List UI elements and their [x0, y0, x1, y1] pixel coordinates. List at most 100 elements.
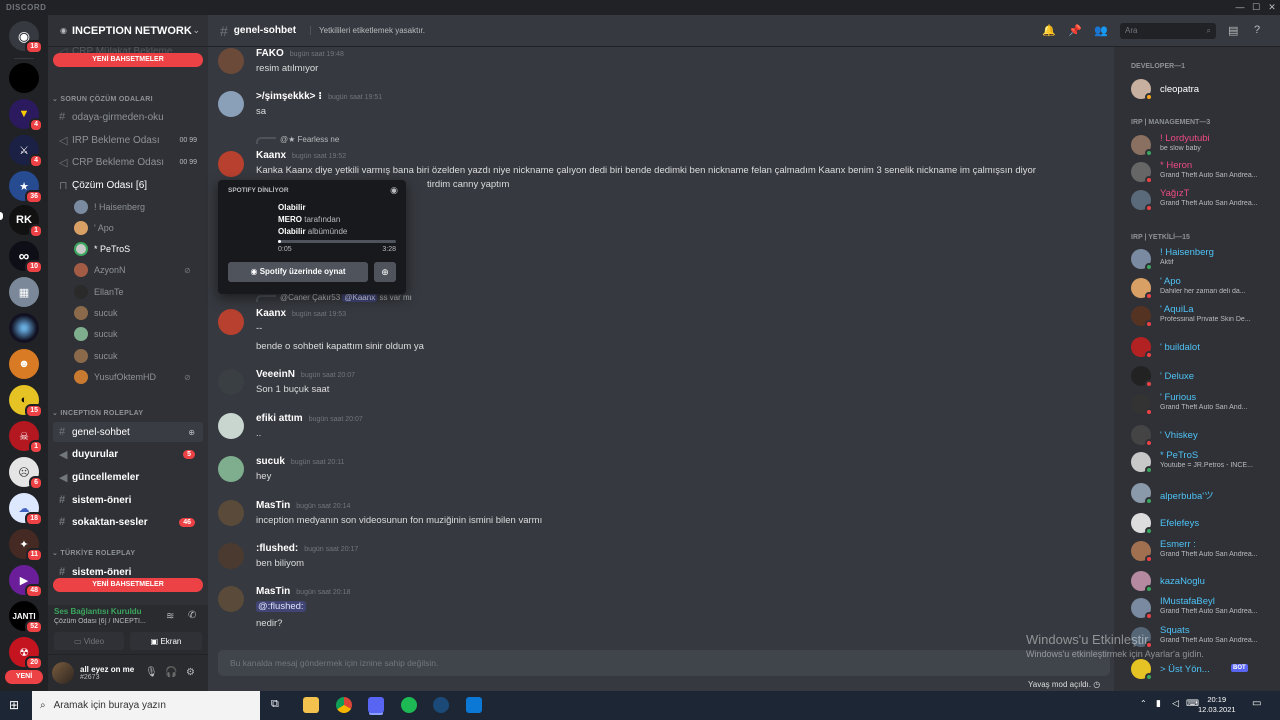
app-taskbar-icon[interactable] — [466, 697, 482, 713]
message-author[interactable]: sucuk bugün saat 20:11 — [256, 456, 345, 467]
message-author[interactable]: Kaanx bugün saat 19:53 — [256, 308, 346, 319]
avatar[interactable] — [218, 309, 244, 335]
taskbar-clock[interactable]: 20:19 12.03.2021 — [1198, 695, 1236, 715]
track-artist[interactable]: MERO — [278, 215, 302, 224]
channel-voice-active[interactable]: ⊓ Çözüm Odası [6] — [53, 175, 203, 195]
member-row[interactable]: ' AquiLa Professinal Private Skin De... — [1131, 304, 1279, 328]
help-icon[interactable]: ? — [1254, 24, 1260, 36]
server-icon[interactable]: ◐ 15 — [9, 385, 43, 418]
minimize-icon[interactable]: — — [1232, 0, 1248, 15]
reply-preview[interactable]: @★ Fearless ne — [256, 135, 339, 144]
close-icon[interactable]: ✕ — [1264, 0, 1280, 15]
message-input[interactable]: Bu kanalda mesaj göndermek için iznine s… — [218, 650, 1110, 676]
pin-icon[interactable]: 📌 — [1068, 24, 1082, 37]
video-button[interactable]: ▭ Video — [54, 632, 124, 650]
channel-guncellemeler[interactable]: ◀ güncellemeler — [53, 467, 203, 487]
server-icon[interactable]: ☠ 1 — [9, 421, 43, 454]
headphones-icon[interactable]: 🎧 — [165, 667, 177, 678]
avatar[interactable] — [218, 413, 244, 439]
member-row[interactable]: ' buildalot — [1131, 335, 1279, 359]
channel-duyurular[interactable]: ◀ duyurular 5 — [53, 444, 203, 464]
message-author[interactable]: VeeeinN bugün saat 20:07 — [256, 369, 355, 380]
member-row[interactable]: ' Vhiskey — [1131, 423, 1279, 447]
track-album[interactable]: Olabilir — [278, 227, 306, 236]
avatar[interactable] — [218, 91, 244, 117]
avatar[interactable] — [218, 586, 244, 612]
message-author[interactable]: MasTin bugün saat 20:14 — [256, 500, 350, 511]
windows-start-icon[interactable]: ⊞ — [9, 698, 19, 712]
voice-user[interactable]: AzyonN ⊘ — [74, 261, 191, 279]
server-icon[interactable]: ⚔ 4 — [9, 135, 43, 168]
voice-user[interactable]: ' Apo — [74, 219, 114, 237]
member-row[interactable]: IMustafaBeyl Grand Theft Auto San Andrea.… — [1131, 596, 1279, 620]
spotify-taskbar-icon[interactable] — [401, 697, 417, 713]
add-member-icon[interactable]: ⊕ — [188, 428, 195, 437]
bell-icon[interactable]: 🔔 — [1042, 24, 1056, 37]
member-row[interactable]: > Üst Yön... BOT — [1131, 657, 1279, 681]
channel-text[interactable]: # odaya-girmeden-oku — [53, 107, 203, 127]
member-row[interactable]: ' Furious Grand Theft Auto San And... — [1131, 392, 1279, 416]
avatar[interactable] — [218, 543, 244, 569]
member-row[interactable]: ' Deluxe — [1131, 364, 1279, 388]
discord-taskbar-icon[interactable] — [368, 697, 384, 713]
channel-voice[interactable]: ◁ IRP Bekleme Odası 00 99 — [53, 130, 203, 150]
avatar[interactable] — [218, 456, 244, 482]
server-icon[interactable]: ☁ 18 — [9, 493, 43, 526]
member-row[interactable]: * Heron Grand Theft Auto San Andrea... — [1131, 160, 1279, 184]
avatar[interactable] — [52, 662, 74, 684]
server-icon[interactable]: ☹ 6 — [9, 457, 43, 490]
voice-user[interactable]: sucuk — [74, 325, 118, 343]
voice-user[interactable]: YusufOktemHD ⊘ — [74, 368, 191, 386]
track-title[interactable]: Olabilir — [278, 203, 306, 212]
message-author[interactable]: :flushed: bugün saat 20:17 — [256, 543, 358, 554]
member-row[interactable]: ! Haisenberg Aktif — [1131, 247, 1279, 271]
member-row[interactable]: Efelefeys — [1131, 511, 1279, 535]
server-icon[interactable]: ★ 36 — [9, 171, 43, 204]
voice-user[interactable]: sucuk — [74, 347, 118, 365]
category-roleplay[interactable]: ⌄ INCEPTION ROLEPLAY — [52, 409, 143, 417]
message-author[interactable]: MasTin bugün saat 20:18 — [256, 586, 350, 597]
member-row[interactable]: kazaNoglu — [1131, 569, 1279, 593]
notification-icon[interactable]: ▭ — [1252, 698, 1261, 709]
network-icon[interactable]: ▮ — [1156, 698, 1161, 709]
gear-icon[interactable]: ⚙ — [186, 667, 195, 678]
disconnect-icon[interactable]: ✆ — [188, 610, 196, 621]
file-explorer-icon[interactable] — [303, 697, 319, 713]
steam-icon[interactable] — [433, 697, 449, 713]
new-unreads-pill[interactable]: YENİ — [5, 670, 43, 684]
noise-suppression-icon[interactable]: ≋ — [166, 611, 174, 622]
channel-sistem-oneri[interactable]: # sistem-öneri — [53, 490, 203, 510]
message-author[interactable]: FAKO bugün saat 19:48 — [256, 48, 344, 59]
new-mentions-pill[interactable]: YENİ BAHSETMELER — [53, 578, 203, 592]
member-row[interactable]: ' Apo Dahiler her zaman deli da... — [1131, 276, 1279, 300]
server-icon[interactable]: ✦ 11 — [9, 529, 43, 562]
channel-genel-sohbet[interactable]: # genel-sohbet ⊕ — [53, 422, 203, 442]
server-icon[interactable]: ∞ 10 — [9, 241, 43, 274]
message-author[interactable]: efiki attım bugün saat 20:07 — [256, 413, 363, 424]
microphone-icon[interactable]: 🎙 — [145, 667, 158, 678]
task-view-icon[interactable]: ⧉ — [271, 698, 279, 711]
member-row[interactable]: ! Lordyutubi be slow baby — [1131, 133, 1279, 157]
server-icon[interactable] — [9, 313, 39, 343]
screen-share-button[interactable]: ▣ Ekran — [130, 632, 202, 650]
avatar[interactable] — [218, 369, 244, 395]
search-input[interactable]: Ara ⌕ — [1120, 23, 1216, 39]
avatar[interactable] — [218, 500, 244, 526]
members-icon[interactable]: 👥 — [1094, 24, 1108, 37]
voice-user[interactable]: sucuk — [74, 304, 118, 322]
reply-preview[interactable]: @Caner Çakır53 @Kaanx ss var mı — [256, 293, 412, 302]
maximize-icon[interactable]: ☐ — [1248, 0, 1264, 15]
server-icon[interactable]: RK 1 — [9, 205, 43, 238]
channel-voice[interactable]: ◁ CRP Bekleme Odası 00 99 — [53, 152, 203, 172]
mention[interactable]: @Kaanx — [342, 293, 378, 302]
channel-topic[interactable]: Yetkilileri etiketlemek yasaktır. — [310, 26, 425, 35]
server-icon[interactable]: ☢ 20 — [9, 637, 43, 670]
server-icon[interactable]: JANTI 52 — [9, 601, 43, 634]
member-row[interactable]: cleopatra — [1131, 77, 1279, 101]
taskbar-search[interactable]: ⌕ Aramak için buraya yazın — [32, 691, 260, 720]
voice-user[interactable]: ! Haisenberg — [74, 198, 145, 216]
server-icon[interactable]: ▼ 4 — [9, 99, 43, 132]
member-row[interactable]: YağızT Grand Theft Auto San Andrea... — [1131, 188, 1279, 212]
server-icon[interactable]: ▶ 48 — [9, 565, 43, 598]
tray-chevron-icon[interactable]: ⌃ — [1140, 699, 1147, 708]
